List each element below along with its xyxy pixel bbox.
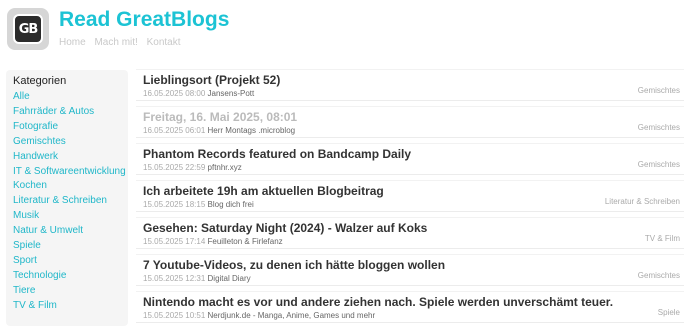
feed-entry: Gesehen: Saturday Night (2024) - Walzer … <box>136 217 684 249</box>
sidebar-heading: Kategorien <box>13 75 67 87</box>
entry-meta: 16.05.2025 08:00 Jansens-Pott <box>143 88 684 99</box>
top-nav: Home Mach mit! Kontakt <box>59 37 187 48</box>
entry-title-link[interactable]: 7 Youtube-Videos, zu denen ich hätte blo… <box>143 258 684 272</box>
feed-entry: Phantom Records featured on Bandcamp Dai… <box>136 143 684 175</box>
nav-kontakt[interactable]: Kontakt <box>147 37 181 48</box>
entry-meta: 15.05.2025 17:14 Feuilleton & Firlefanz <box>143 236 684 247</box>
entry-category: Gemischtes <box>637 160 680 169</box>
category-link[interactable]: Fotografie <box>13 120 128 135</box>
entry-source-link[interactable]: Herr Montags .microblog <box>208 126 296 135</box>
entry-date: 15.05.2025 18:15 <box>143 200 206 209</box>
entry-meta: 15.05.2025 12:31 Digital Diary <box>143 273 684 284</box>
entry-category: Gemischtes <box>637 271 680 280</box>
category-sidebar: Kategorien Alle Fahrräder & Autos Fotogr… <box>6 70 128 326</box>
feed-entry: Freitag, 16. Mai 2025, 08:01 16.05.2025 … <box>136 106 684 138</box>
entry-title-link[interactable]: Nintendo macht es vor und andere ziehen … <box>143 295 684 309</box>
entry-source-link[interactable]: Nerdjunk.de - Manga, Anime, Games und me… <box>208 311 376 320</box>
nav-home[interactable]: Home <box>59 37 86 48</box>
category-link[interactable]: Tiere <box>13 284 128 299</box>
entry-date: 15.05.2025 17:14 <box>143 237 206 246</box>
entry-source-link[interactable]: Feuilleton & Firlefanz <box>208 237 283 246</box>
category-link[interactable]: TV & Film <box>13 299 128 314</box>
entry-category: Literatur & Schreiben <box>604 197 680 206</box>
entry-source-link[interactable]: pftnhr.xyz <box>208 163 242 172</box>
entry-category: Gemischtes <box>637 86 680 95</box>
feed-entry: 7 Youtube-Videos, zu denen ich hätte blo… <box>136 254 684 286</box>
entry-date: 15.05.2025 10:51 <box>143 311 206 320</box>
entry-category: Spiele <box>657 308 680 317</box>
category-link[interactable]: Alle <box>13 90 128 105</box>
entry-source-link[interactable]: Blog dich frei <box>208 200 254 209</box>
category-link[interactable]: Literatur & Schreiben <box>13 194 128 209</box>
entry-title-link[interactable]: Lieblingsort (Projekt 52) <box>143 73 684 87</box>
entry-source-link[interactable]: Jansens-Pott <box>208 89 255 98</box>
entry-category: Gemischtes <box>637 123 680 132</box>
entry-title-link[interactable]: Gesehen: Saturday Night (2024) - Walzer … <box>143 221 684 235</box>
category-link[interactable]: IT & Softwareentwicklung <box>13 165 128 180</box>
category-link[interactable]: Sport <box>13 254 128 269</box>
category-link[interactable]: Handwerk <box>13 150 128 165</box>
category-link[interactable]: Fahrräder & Autos <box>13 105 128 120</box>
entry-meta: 15.05.2025 10:51 Nerdjunk.de - Manga, An… <box>143 310 684 321</box>
entry-source-link[interactable]: Digital Diary <box>208 274 251 283</box>
entry-date: 16.05.2025 08:00 <box>143 89 206 98</box>
site-title[interactable]: Read GreatBlogs <box>59 9 229 31</box>
entry-category: TV & Film <box>644 234 680 243</box>
entry-meta: 15.05.2025 18:15 Blog dich frei <box>143 199 684 210</box>
site-logo[interactable]: GB <box>7 8 49 50</box>
entry-title-link[interactable]: Phantom Records featured on Bandcamp Dai… <box>143 147 684 161</box>
logo-mark: GB <box>13 14 43 44</box>
nav-mach-mit[interactable]: Mach mit! <box>94 37 137 48</box>
entry-date: 16.05.2025 06:01 <box>143 126 206 135</box>
entry-title-link[interactable]: Ich arbeitete 19h am aktuellen Blogbeitr… <box>143 184 684 198</box>
blog-feed: Lieblingsort (Projekt 52) 16.05.2025 08:… <box>136 69 684 328</box>
category-link[interactable]: Spiele <box>13 239 128 254</box>
category-link[interactable]: Gemischtes <box>13 135 128 150</box>
entry-meta: 16.05.2025 06:01 Herr Montags .microblog <box>143 125 684 136</box>
feed-entry: Ich arbeitete 19h am aktuellen Blogbeitr… <box>136 180 684 212</box>
feed-entry: Nintendo macht es vor und andere ziehen … <box>136 291 684 323</box>
entry-date: 15.05.2025 12:31 <box>143 274 206 283</box>
entry-date: 15.05.2025 22:59 <box>143 163 206 172</box>
category-link[interactable]: Musik <box>13 209 128 224</box>
category-link[interactable]: Natur & Umwelt <box>13 224 128 239</box>
category-link[interactable]: Kochen <box>13 179 128 194</box>
feed-entry: Lieblingsort (Projekt 52) 16.05.2025 08:… <box>136 69 684 101</box>
category-link[interactable]: Technologie <box>13 269 128 284</box>
entry-meta: 15.05.2025 22:59 pftnhr.xyz <box>143 162 684 173</box>
entry-title-link[interactable]: Freitag, 16. Mai 2025, 08:01 <box>143 110 684 124</box>
